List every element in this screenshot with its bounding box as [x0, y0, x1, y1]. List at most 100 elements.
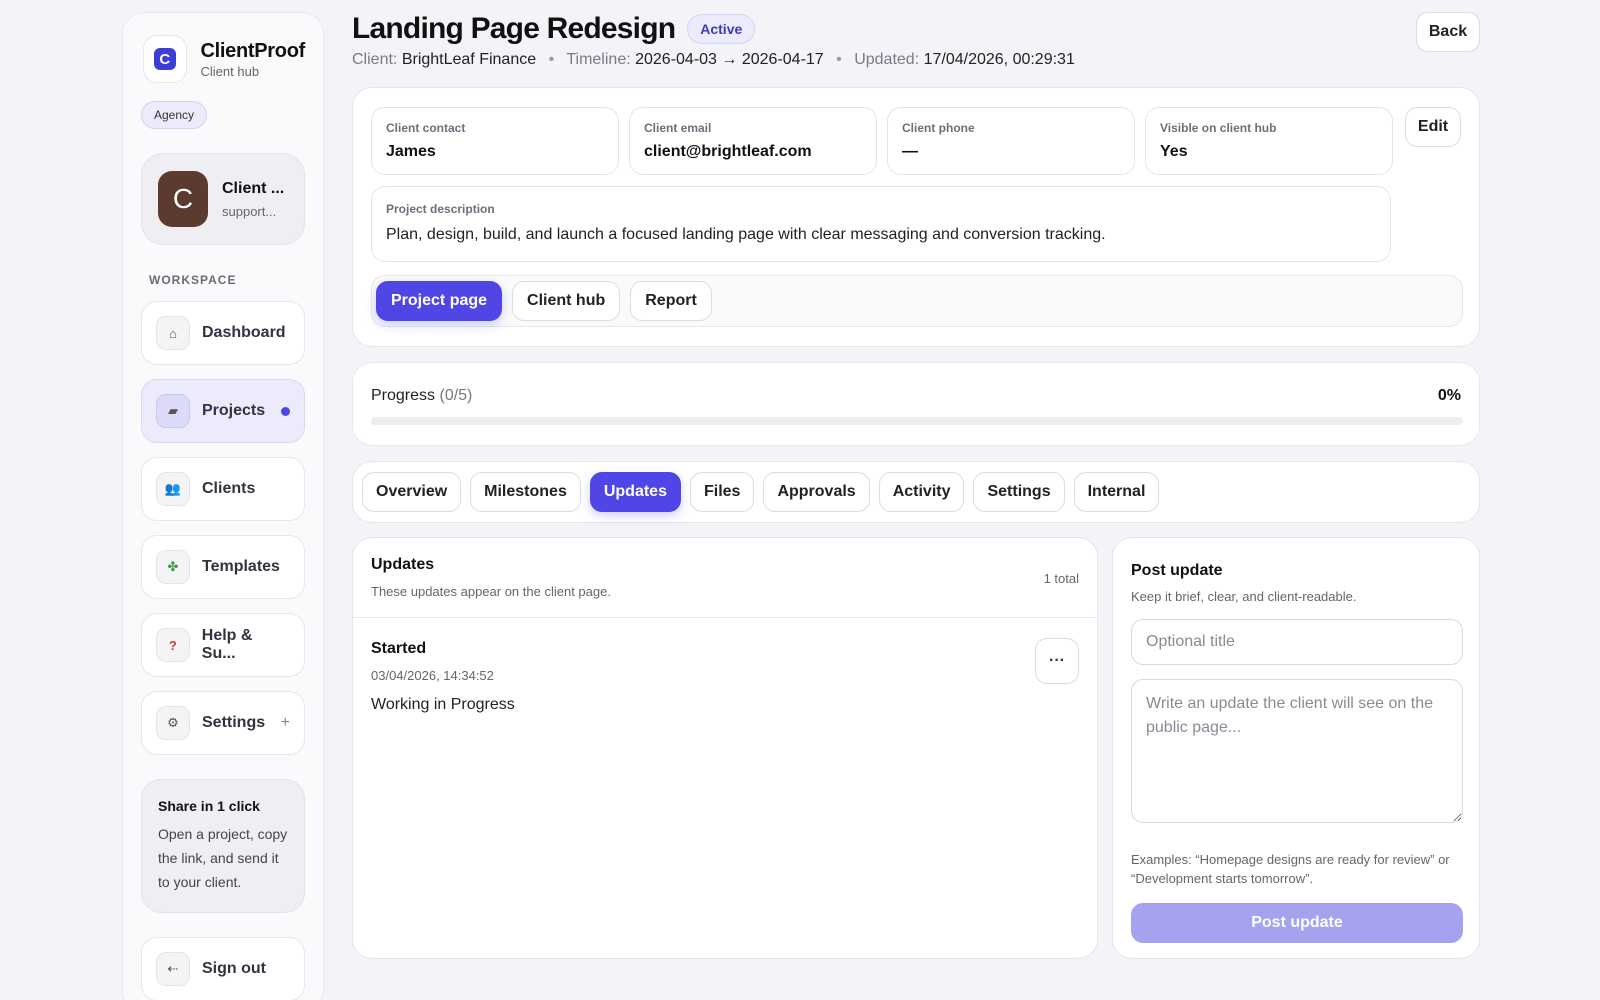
workspace-section-label: WORKSPACE	[149, 273, 237, 287]
progress-label: Progress (0/5)	[371, 387, 472, 405]
more-options-icon[interactable]: ···	[1035, 638, 1079, 684]
share-tip-text: Open a project, copy the link, and send …	[158, 826, 288, 890]
progress-card: Progress (0/5) 0%	[352, 362, 1480, 446]
progress-fraction: (0/5)	[439, 387, 473, 404]
sidebar-item-label: Clients	[202, 480, 256, 497]
updates-subtitle: These updates appear on the client page.	[371, 584, 611, 599]
field-label: Client phone	[902, 121, 975, 135]
tab-files[interactable]: Files	[689, 472, 755, 512]
client-phone-field: Client phone —	[887, 107, 1135, 175]
sidebar-item-label: Settings	[202, 714, 266, 731]
users-icon: 👥	[156, 472, 190, 506]
sidebar-item-help[interactable]: ? Help & Su...	[141, 613, 305, 677]
update-title-input[interactable]	[1131, 619, 1463, 665]
sidebar-item-label: Dashboard	[202, 324, 286, 341]
puzzle-icon: ✤	[156, 550, 190, 584]
update-body: Working in Progress	[371, 696, 515, 713]
sidebar-item-settings[interactable]: ⚙ Settings +	[141, 691, 305, 755]
sign-out-label: Sign out	[202, 960, 266, 977]
tab-overview[interactable]: Overview	[362, 472, 462, 512]
client-value: BrightLeaf Finance	[401, 51, 537, 68]
share-tip-card: Share in 1 click Open a project, copy th…	[141, 779, 305, 913]
brand-logo-icon: C	[153, 48, 176, 70]
report-button[interactable]: Report	[630, 281, 712, 321]
account-name: Client ...	[222, 179, 285, 197]
tab-settings[interactable]: Settings	[973, 472, 1065, 512]
update-body-textarea[interactable]	[1131, 679, 1463, 823]
project-links-bar: Project page Client hub Report	[371, 275, 1463, 327]
brand[interactable]: C ClientProof Client hub	[143, 35, 305, 83]
client-hub-button[interactable]: Client hub	[512, 281, 621, 321]
share-tip-title: Share in 1 click	[158, 798, 260, 814]
sidebar-item-projects[interactable]: ▰ Projects	[141, 379, 305, 443]
field-value: James	[386, 143, 436, 160]
brand-subtitle: Client hub	[200, 63, 260, 79]
updates-title: Updates	[371, 556, 435, 573]
tab-milestones[interactable]: Milestones	[470, 472, 581, 512]
plus-icon[interactable]: +	[281, 714, 290, 732]
sidebar-item-clients[interactable]: 👥 Clients	[141, 457, 305, 521]
sidebar-item-label: Help & Su...	[201, 627, 253, 662]
tab-approvals[interactable]: Approvals	[763, 472, 870, 512]
post-update-title: Post update	[1131, 562, 1223, 579]
folder-icon: ▰	[156, 394, 190, 428]
status-badge: Active	[687, 14, 756, 44]
progress-percent: 0%	[1437, 387, 1461, 404]
sidebar-item-templates[interactable]: ✤ Templates	[141, 535, 305, 599]
back-button[interactable]: Back	[1416, 12, 1480, 52]
account-card[interactable]: C Client ... support...	[141, 153, 305, 245]
tab-updates[interactable]: Updates	[589, 472, 681, 512]
update-date: 03/04/2026, 14:34:52	[371, 668, 494, 683]
active-indicator-dot	[281, 406, 290, 416]
sidebar-item-label: Templates	[202, 558, 280, 575]
updates-count: 1 total	[1043, 571, 1079, 586]
help-icon: ?	[156, 628, 190, 662]
progress-title: Progress	[371, 387, 436, 404]
field-value: —	[902, 143, 918, 160]
edit-button[interactable]: Edit	[1405, 107, 1461, 147]
post-update-hint: Examples: “Homepage designs are ready fo…	[1131, 852, 1450, 886]
project-tabs: Overview Milestones Updates Files Approv…	[352, 461, 1480, 523]
home-icon: ⌂	[156, 316, 190, 350]
project-description-field: Project description Plan, design, build,…	[371, 186, 1391, 262]
gear-icon: ⚙	[156, 706, 190, 740]
updated-value: 17/04/2026, 00:29:31	[923, 51, 1075, 68]
field-label: Client email	[644, 121, 712, 135]
client-label: Client:	[352, 51, 398, 68]
sidebar-item-label: Projects	[202, 402, 266, 419]
timeline-label: Timeline:	[566, 51, 631, 68]
field-label: Client contact	[386, 121, 466, 135]
sidebar: C ClientProof Client hub Agency C Client…	[122, 12, 324, 1000]
tab-internal[interactable]: Internal	[1073, 472, 1160, 512]
post-update-panel: Post update Keep it brief, clear, and cl…	[1112, 537, 1480, 959]
field-label: Project description	[386, 202, 495, 216]
sign-out-icon: ⇠	[156, 952, 190, 986]
updates-header: Updates These updates appear on the clie…	[353, 538, 1097, 618]
page-title: Landing Page Redesign	[352, 12, 676, 45]
project-page-button[interactable]: Project page	[376, 281, 503, 321]
update-title: Started	[371, 640, 427, 657]
updated-label: Updated:	[854, 51, 920, 68]
list-item: Started 03/04/2026, 14:34:52 Working in …	[353, 618, 1097, 736]
sign-out-button[interactable]: ⇠ Sign out	[141, 937, 305, 1000]
sidebar-item-dashboard[interactable]: ⌂ Dashboard	[141, 301, 305, 365]
progress-bar	[371, 417, 1463, 425]
meta-separator: •	[836, 51, 842, 68]
post-update-button[interactable]: Post update	[1131, 903, 1463, 943]
tab-activity[interactable]: Activity	[878, 472, 965, 512]
field-value: Yes	[1160, 143, 1188, 160]
project-info-card: Client contact James Client email client…	[352, 87, 1480, 347]
avatar: C	[158, 171, 208, 227]
project-meta: Client: BrightLeaf Finance • Timeline: 2…	[352, 51, 1075, 69]
field-value: client@brightleaf.com	[644, 143, 812, 160]
client-email-field: Client email client@brightleaf.com	[629, 107, 877, 175]
brand-logo: C	[143, 35, 187, 83]
updates-panel: Updates These updates appear on the clie…	[352, 537, 1098, 959]
post-update-subtitle: Keep it brief, clear, and client-readabl…	[1131, 589, 1357, 604]
meta-separator: •	[548, 51, 555, 68]
account-email: support...	[222, 203, 277, 219]
client-contact-field: Client contact James	[371, 107, 619, 175]
brand-name: ClientProof	[200, 39, 306, 62]
visible-on-hub-field: Visible on client hub Yes	[1145, 107, 1393, 175]
timeline-value: 2026-04-03 → 2026-04-17	[635, 51, 824, 68]
